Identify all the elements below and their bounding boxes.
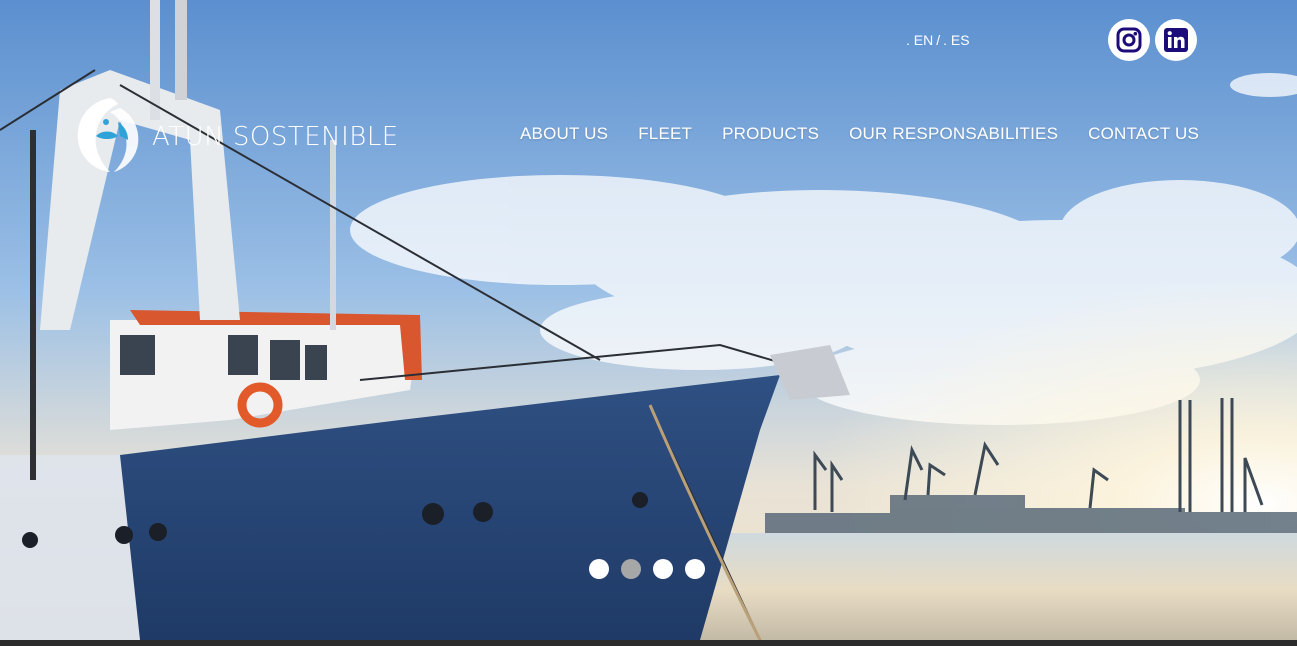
language-switcher: . EN / . ES: [906, 32, 970, 48]
language-separator: /: [936, 32, 941, 48]
nav-item-about-us[interactable]: ABOUT US: [520, 124, 608, 144]
instagram-button[interactable]: [1108, 19, 1150, 61]
nav-item-contact-us[interactable]: CONTACT US: [1088, 124, 1199, 144]
nav-item-products[interactable]: PRODUCTS: [722, 124, 819, 144]
social-links: [1108, 19, 1197, 61]
instagram-icon: [1116, 27, 1142, 53]
bottom-edge-bar: [0, 640, 1297, 646]
language-en-link[interactable]: . EN: [906, 32, 933, 48]
brand-logo[interactable]: ATUN SOSTENIBLE: [70, 92, 399, 176]
slider-dot-4[interactable]: [685, 559, 705, 579]
linkedin-icon: [1164, 28, 1188, 52]
linkedin-button[interactable]: [1155, 19, 1197, 61]
slider-dot-1[interactable]: [589, 559, 609, 579]
main-navigation: ABOUT US FLEET PRODUCTS OUR RESPONSABILI…: [520, 124, 1199, 144]
brand-name: ATUN SOSTENIBLE: [152, 122, 399, 152]
language-es-link[interactable]: . ES: [943, 32, 969, 48]
slider-pagination: [589, 559, 705, 579]
nav-item-fleet[interactable]: FLEET: [638, 124, 692, 144]
slider-dot-2[interactable]: [621, 559, 641, 579]
slider-dot-3[interactable]: [653, 559, 673, 579]
nav-item-our-responsabilities[interactable]: OUR RESPONSABILITIES: [849, 124, 1058, 144]
tuna-fish-logo-icon: [77, 98, 139, 172]
